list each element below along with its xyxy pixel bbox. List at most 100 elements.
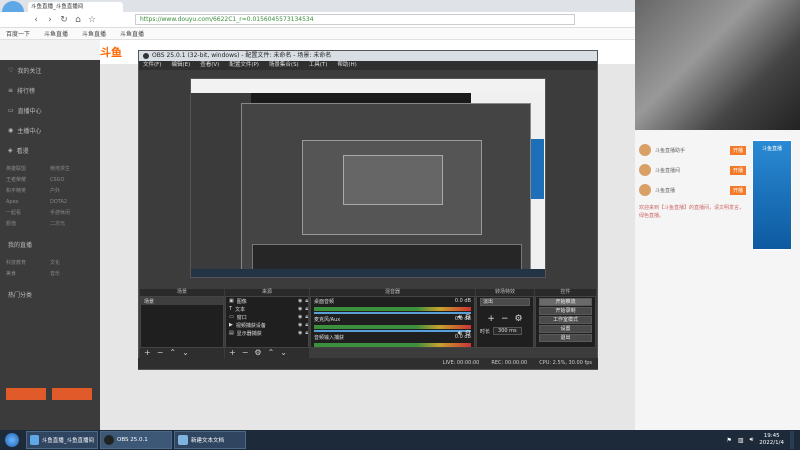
- transition-select[interactable]: 淡出: [480, 298, 530, 306]
- back-icon[interactable]: ‹: [30, 14, 42, 26]
- category-link[interactable]: 音乐: [50, 269, 94, 280]
- show-desktop-button[interactable]: [790, 431, 794, 449]
- network-icon[interactable]: ▥: [738, 437, 744, 444]
- menu-profile[interactable]: 配置文件(P): [229, 61, 259, 70]
- taskbar-item-obs[interactable]: OBS 25.0.1: [100, 431, 172, 449]
- category-link[interactable]: 王者荣耀: [6, 175, 50, 186]
- chat-row[interactable]: 斗鱼直播助手 开播: [635, 140, 750, 160]
- bookmark-item[interactable]: 斗鱼直播: [44, 29, 68, 38]
- bookmark-item[interactable]: 斗鱼直播: [82, 29, 106, 38]
- menu-edit[interactable]: 编辑(E): [171, 61, 190, 70]
- menu-tools[interactable]: 工具(T): [309, 61, 328, 70]
- up-icon[interactable]: ⌃: [169, 348, 176, 358]
- eye-icon[interactable]: ◉: [298, 298, 302, 304]
- chat-list: 斗鱼直播助手 开播 斗鱼直播间 开播 斗鱼直播 开播 欢迎来到【斗鱼直播】的直播间，请…: [635, 140, 750, 224]
- studio-mode-button[interactable]: 工作室模式: [539, 316, 592, 324]
- source-item[interactable]: T 文本 ◉ 🔒︎: [226, 305, 308, 313]
- source-item[interactable]: ▣ 图像 ◉ 🔒︎: [226, 297, 308, 305]
- chat-row[interactable]: 斗鱼直播间 开播: [635, 160, 750, 180]
- eye-icon[interactable]: ◉: [298, 314, 302, 320]
- category-link[interactable]: DOTA2: [50, 197, 94, 208]
- nested-preview-2: [302, 140, 482, 235]
- lock-icon[interactable]: 🔒︎: [305, 322, 308, 328]
- bookmark-item[interactable]: 百度一下: [6, 29, 30, 38]
- menu-view[interactable]: 查看(V): [200, 61, 219, 70]
- star-icon[interactable]: ☆: [86, 14, 98, 26]
- remove-icon[interactable]: −: [157, 348, 164, 358]
- sidebar-item-live[interactable]: ▭ 直播中心: [0, 100, 100, 120]
- category-link[interactable]: 绝地求生: [50, 164, 94, 175]
- category-link[interactable]: 二次元: [50, 219, 94, 230]
- duration-input[interactable]: 300 ms: [493, 327, 522, 335]
- address-bar[interactable]: https://www.douyu.com/6622C1_r=0.0156045…: [135, 14, 575, 25]
- eye-icon[interactable]: ◉: [298, 306, 302, 312]
- refresh-icon[interactable]: ↻: [58, 14, 70, 26]
- site-logo[interactable]: 斗鱼: [100, 44, 130, 59]
- ad-banner[interactable]: 斗鱼直播: [752, 140, 792, 250]
- down-icon[interactable]: ⌄: [280, 348, 287, 358]
- speaker-icon[interactable]: 🔊︎: [458, 313, 462, 322]
- category-link[interactable]: 美食: [6, 269, 50, 280]
- menu-file[interactable]: 文件(F): [143, 61, 161, 70]
- tab-active[interactable]: 斗鱼直播_斗鱼直播间: [28, 2, 123, 12]
- category-link[interactable]: 户外: [50, 186, 94, 197]
- up-icon[interactable]: ⌃: [268, 348, 275, 358]
- menu-scene-collection[interactable]: 场景集合(S): [269, 61, 299, 70]
- start-streaming-button[interactable]: 开始推流: [539, 298, 592, 306]
- gear-icon[interactable]: ⚙: [465, 329, 471, 337]
- taskbar-item-browser[interactable]: 斗鱼直播_斗鱼直播间: [26, 431, 98, 449]
- category-link[interactable]: 颜值: [6, 219, 50, 230]
- flag-icon[interactable]: ⚑: [726, 437, 731, 444]
- exit-button[interactable]: 退出: [539, 334, 592, 342]
- home-icon[interactable]: ⌂: [72, 14, 84, 26]
- forward-icon[interactable]: ›: [44, 14, 56, 26]
- sidebar-item-anchor[interactable]: ◉ 主播中心: [0, 120, 100, 140]
- eye-icon[interactable]: ◉: [298, 330, 302, 336]
- scene-item[interactable]: 场景: [141, 297, 223, 305]
- gear-icon[interactable]: ⚙: [254, 348, 261, 358]
- category-link[interactable]: Apex: [6, 197, 50, 208]
- settings-button[interactable]: 设置: [539, 325, 592, 333]
- source-item[interactable]: ▶ 视频捕获设备 ◉ 🔒︎: [226, 321, 308, 329]
- obs-preview[interactable]: [190, 78, 546, 278]
- gear-icon[interactable]: ⚙: [515, 314, 523, 324]
- category-link[interactable]: 科技教育: [6, 258, 50, 269]
- promo-button[interactable]: [52, 388, 92, 400]
- category-link[interactable]: CSGO: [50, 175, 94, 186]
- add-icon[interactable]: +: [144, 348, 151, 358]
- eye-icon[interactable]: ◉: [298, 322, 302, 328]
- remove-icon[interactable]: −: [242, 348, 249, 358]
- sidebar-item-rank[interactable]: ≡ 排行榜: [0, 80, 100, 100]
- category-link[interactable]: 一起看: [6, 208, 50, 219]
- add-icon[interactable]: +: [229, 348, 236, 358]
- sidebar-item-follow[interactable]: ♡ 我的关注: [0, 60, 100, 80]
- start-button[interactable]: [0, 430, 24, 450]
- source-item[interactable]: ▭ 窗口 ◉ 🔒︎: [226, 313, 308, 321]
- lock-icon[interactable]: 🔒︎: [305, 330, 308, 336]
- gear-icon[interactable]: ⚙: [465, 313, 471, 321]
- speaker-icon[interactable]: 🔊︎: [458, 329, 462, 338]
- lock-icon[interactable]: 🔒︎: [305, 306, 308, 312]
- sidebar-item-comic[interactable]: ◈ 看漫: [0, 140, 100, 160]
- volume-icon[interactable]: 🔊︎: [750, 436, 754, 444]
- lock-icon[interactable]: 🔒︎: [305, 298, 308, 304]
- menu-help[interactable]: 帮助(H): [337, 61, 356, 70]
- category-link[interactable]: 英雄联盟: [6, 164, 50, 175]
- volume-slider[interactable]: [314, 312, 471, 314]
- lock-icon[interactable]: 🔒︎: [305, 314, 308, 320]
- volume-slider[interactable]: [314, 330, 471, 332]
- down-icon[interactable]: ⌄: [182, 348, 189, 358]
- add-icon[interactable]: +: [487, 314, 495, 324]
- browser-icon: [30, 435, 39, 445]
- category-link[interactable]: 和平精英: [6, 186, 50, 197]
- category-link[interactable]: 手游休闲: [50, 208, 94, 219]
- source-item[interactable]: ▤ 显示器捕获 ◉ 🔒︎: [226, 329, 308, 337]
- clock[interactable]: 19:45 2022/1/4: [759, 433, 784, 447]
- category-link[interactable]: 文化: [50, 258, 94, 269]
- promo-button[interactable]: [6, 388, 46, 400]
- taskbar-item-notepad[interactable]: 新建文本文档: [174, 431, 246, 449]
- chat-row[interactable]: 斗鱼直播 开播: [635, 180, 750, 200]
- remove-icon[interactable]: −: [501, 314, 509, 324]
- start-recording-button[interactable]: 开始录制: [539, 307, 592, 315]
- bookmark-item[interactable]: 斗鱼直播: [120, 29, 144, 38]
